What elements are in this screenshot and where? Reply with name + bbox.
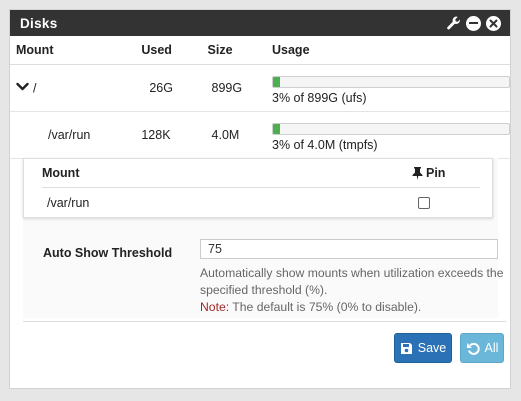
size-cell: 4.0M: [207, 111, 272, 159]
mount-name: /var/run: [48, 128, 91, 142]
usage-progress-fill: [273, 123, 281, 134]
used-cell: 128K: [141, 111, 208, 159]
pin-column-header-mount: Mount: [42, 166, 80, 180]
panel-heading: Disks: [10, 10, 510, 36]
note-text: The default is 75% (0% to disable).: [229, 300, 422, 314]
column-header-used: Used: [141, 36, 208, 65]
mount-cell: /: [10, 64, 142, 112]
panel-title: Disks: [20, 15, 58, 31]
threshold-label: Auto Show Threshold: [43, 246, 173, 260]
threshold-help: Automatically show mounts when utilizati…: [200, 265, 505, 316]
mount-name: /: [33, 81, 37, 96]
minimize-icon[interactable]: [465, 15, 482, 32]
thumbtack-icon: [412, 166, 423, 180]
all-button-label: All: [484, 341, 499, 355]
usage-progress-bar: [272, 122, 510, 135]
save-icon: [400, 342, 412, 354]
column-header-mount: Mount: [10, 36, 142, 65]
used-cell: 26G: [141, 64, 208, 112]
column-header-usage: Usage: [272, 36, 510, 65]
pin-table-header: Mount Pin: [42, 159, 480, 188]
mount-cell: /var/run: [10, 111, 142, 159]
save-button[interactable]: Save: [394, 333, 452, 363]
table-row: /var/run 128K 4.0M 3% of 4.0M (tmpfs): [10, 111, 510, 159]
usage-text: 3% of 899G (ufs): [272, 90, 367, 105]
column-header-size: Size: [207, 36, 272, 65]
wrench-icon[interactable]: [445, 15, 462, 32]
size-cell: 899G: [207, 64, 272, 112]
table-header-row: Mount Used Size Usage: [10, 36, 510, 65]
usage-cell: 3% of 4.0M (tmpfs): [272, 111, 510, 159]
table-row: / 26G 899G 3% of 899G (ufs): [10, 64, 510, 112]
usage-progress-bar: [272, 75, 510, 88]
threshold-input[interactable]: [200, 239, 498, 259]
disks-widget: Disks Mount Used Size Usage / 26G 899G 3…: [9, 9, 511, 389]
close-icon[interactable]: [485, 15, 502, 32]
pin-checkbox[interactable]: [418, 197, 430, 209]
chevron-down-icon[interactable]: [16, 81, 29, 95]
pin-column-header: Pin: [412, 166, 445, 180]
pin-table-row: /var/run: [42, 188, 480, 218]
divider: [23, 321, 506, 322]
pin-column-label: Pin: [426, 166, 446, 180]
note-label: Note:: [200, 300, 230, 314]
all-button[interactable]: All: [460, 333, 504, 363]
pin-table: Mount Pin /var/run: [23, 158, 493, 218]
usage-cell: 3% of 899G (ufs): [272, 64, 510, 112]
undo-icon: [466, 342, 480, 355]
usage-progress-fill: [273, 76, 281, 87]
heading-icons: [445, 15, 502, 32]
threshold-help-text: Automatically show mounts when utilizati…: [200, 266, 504, 297]
pin-row-mount: /var/run: [47, 196, 90, 210]
save-button-label: Save: [417, 341, 447, 355]
usage-text: 3% of 4.0M (tmpfs): [272, 137, 378, 152]
disks-table: Mount Used Size Usage / 26G 899G 3% of 8…: [10, 36, 510, 159]
